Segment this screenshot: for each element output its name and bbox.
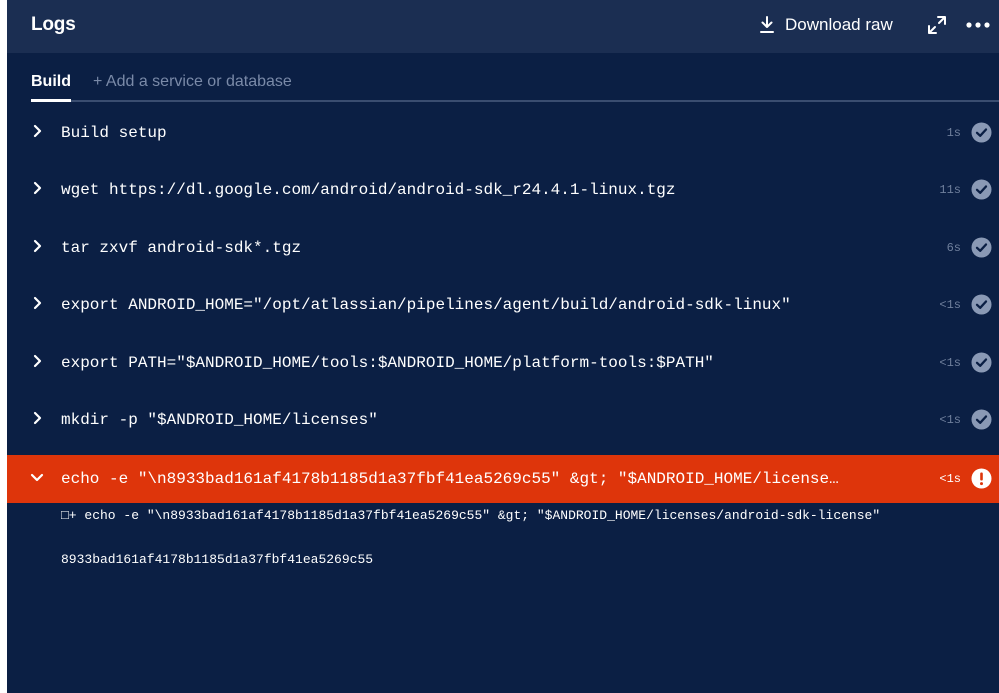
check-circle-icon — [971, 122, 992, 143]
check-circle-icon — [971, 237, 992, 258]
logs-title: Logs — [31, 14, 76, 35]
download-icon — [760, 16, 774, 33]
chevron-right-icon — [33, 411, 42, 425]
more-icon — [966, 22, 990, 28]
step-duration: 1s — [946, 126, 961, 140]
chevron-right-icon — [33, 354, 42, 368]
step-duration: <1s — [939, 356, 961, 370]
log-tabs: Build + Add a service or database — [7, 53, 999, 103]
step-row[interactable]: export PATH="$ANDROID_HOME/tools:$ANDROI… — [7, 340, 999, 386]
step-duration: <1s — [939, 472, 961, 486]
add-service-link[interactable]: + Add a service or database — [93, 73, 292, 91]
check-circle-icon — [971, 352, 992, 373]
chevron-down-icon — [30, 473, 44, 482]
expand-icon — [928, 16, 946, 34]
check-circle-icon — [971, 294, 992, 315]
log-output-line: □+ echo -e "\n8933bad161af4178b1185d1a37… — [61, 508, 881, 523]
logs-panel: Logs Download raw Build + Add a service … — [7, 0, 999, 693]
more-options-button[interactable] — [965, 14, 991, 36]
step-duration: <1s — [939, 298, 961, 312]
check-circle-icon — [971, 179, 992, 200]
chevron-right-icon — [33, 181, 42, 195]
log-output-line: 8933bad161af4178b1185d1a37fbf41ea5269c55 — [61, 552, 374, 567]
error-circle-icon — [971, 468, 992, 489]
step-command: export PATH="$ANDROID_HOME/tools:$ANDROI… — [61, 354, 714, 372]
step-command: tar zxvf android-sdk*.tgz — [61, 239, 302, 257]
step-duration: <1s — [939, 413, 961, 427]
step-command: mkdir -p "$ANDROID_HOME/licenses" — [61, 411, 378, 429]
step-row[interactable]: wget https://dl.google.com/android/andro… — [7, 167, 999, 213]
logs-header: Logs Download raw — [7, 0, 999, 53]
step-command: wget https://dl.google.com/android/andro… — [61, 181, 676, 199]
step-command: export ANDROID_HOME="/opt/atlassian/pipe… — [61, 296, 791, 314]
step-row[interactable]: Build setup 1s — [7, 110, 999, 156]
step-row-failed[interactable]: echo -e "\n8933bad161af4178b1185d1a37fbf… — [7, 455, 999, 503]
expand-button[interactable] — [926, 14, 948, 36]
step-command: echo -e "\n8933bad161af4178b1185d1a37fbf… — [61, 470, 839, 488]
tab-divider — [31, 100, 999, 102]
chevron-right-icon — [33, 239, 42, 253]
step-command: Build setup — [61, 124, 167, 142]
step-row[interactable]: export ANDROID_HOME="/opt/atlassian/pipe… — [7, 282, 999, 328]
tab-build[interactable]: Build — [31, 73, 71, 91]
step-duration: 6s — [946, 241, 961, 255]
chevron-right-icon — [33, 296, 42, 310]
tab-active-indicator — [31, 99, 71, 102]
download-raw-label: Download raw — [785, 15, 893, 34]
step-row[interactable]: mkdir -p "$ANDROID_HOME/licenses" <1s — [7, 397, 999, 443]
download-raw-button[interactable]: Download raw — [759, 12, 893, 38]
chevron-right-icon — [33, 124, 42, 138]
check-circle-icon — [971, 409, 992, 430]
step-row[interactable]: tar zxvf android-sdk*.tgz 6s — [7, 225, 999, 271]
step-duration: 11s — [939, 183, 961, 197]
